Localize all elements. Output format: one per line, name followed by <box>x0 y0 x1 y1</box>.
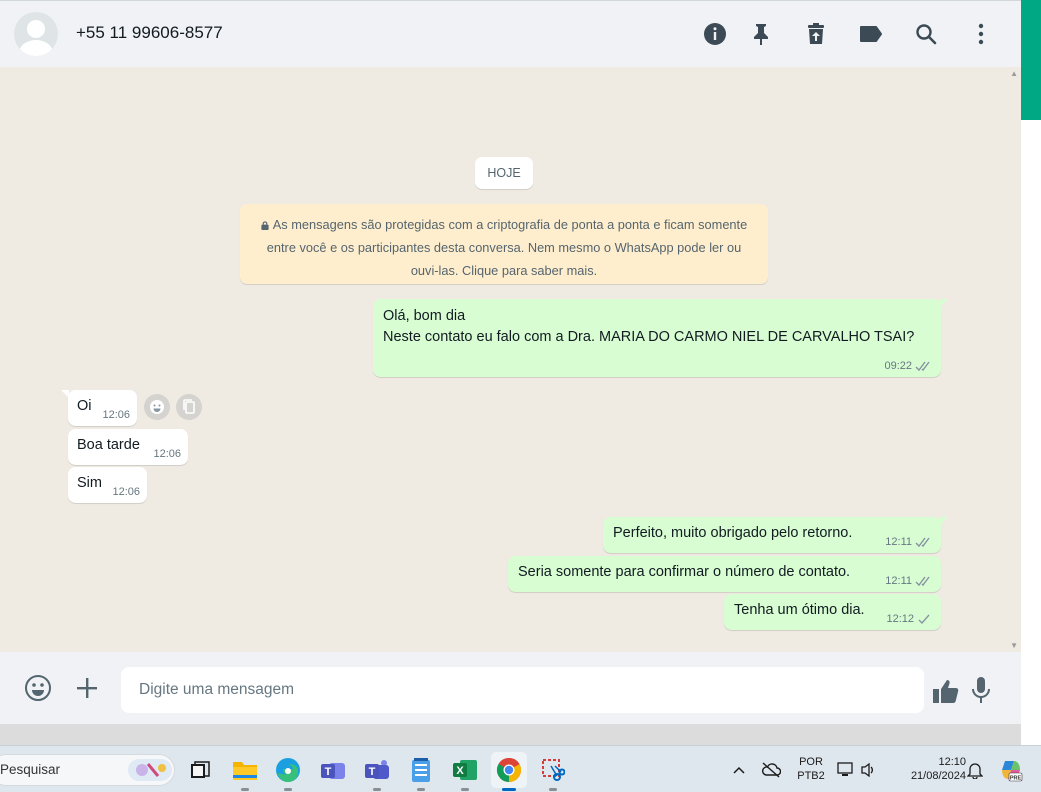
tray-chevron-up-icon[interactable] <box>724 752 754 788</box>
svg-text:T: T <box>369 766 376 778</box>
copy-icon[interactable] <box>176 394 202 420</box>
message-text: Seria somente para confirmar o número de… <box>518 564 851 580</box>
label-icon[interactable] <box>858 21 884 47</box>
message-time: 12:06 <box>153 448 181 460</box>
message-text: Boa tarde <box>77 437 140 453</box>
message-text: Neste contato eu falo com a Dra. MARIA D… <box>383 329 915 345</box>
network-volume-icons[interactable] <box>833 752 881 788</box>
taskbar-search-label: Pesquisar <box>0 762 61 777</box>
info-icon[interactable] <box>702 21 728 47</box>
cloud-offline-icon[interactable] <box>756 752 786 788</box>
language-line2: PTB2 <box>797 770 825 782</box>
search-icon[interactable] <box>913 21 939 47</box>
message-time: 12:11 <box>885 575 912 587</box>
menu-icon[interactable] <box>968 21 994 47</box>
sent-check-icon <box>918 614 930 624</box>
clock-date: 21/08/2024 <box>910 770 966 782</box>
avatar[interactable] <box>14 12 58 56</box>
read-check-icon <box>915 537 930 547</box>
message-bubble-outgoing[interactable]: Seria somente para confirmar o número de… <box>508 556 941 592</box>
chat-header: +55 11 99606-8577 <box>0 0 1021 67</box>
language-indicator[interactable]: POR PTB2 <box>793 755 829 783</box>
message-time: 12:11 <box>885 536 912 548</box>
scroll-up-arrow-icon[interactable]: ▲ <box>1010 69 1018 78</box>
thumbs-up-icon[interactable] <box>931 676 961 706</box>
scrollbar-thumb[interactable] <box>1021 0 1041 120</box>
encryption-notice[interactable]: As mensagens são protegidas com a cripto… <box>240 204 768 284</box>
message-bubble-outgoing[interactable]: Perfeito, muito obrigado pelo retorno. 1… <box>603 517 948 553</box>
window-scrollbar[interactable] <box>1021 0 1041 745</box>
read-check-icon <box>915 361 930 371</box>
excel-icon[interactable]: X <box>447 752 483 791</box>
message-meta: 12:12 <box>886 613 932 625</box>
message-bubble-incoming[interactable]: Sim 12:06 <box>68 467 147 503</box>
search-highlight-icon <box>128 759 172 781</box>
copilot-icon[interactable]: PRE <box>996 752 1026 788</box>
pin-icon[interactable] <box>748 21 774 47</box>
edge-icon[interactable] <box>270 752 306 791</box>
lock-icon <box>261 221 269 230</box>
clock[interactable]: 12:10 21/08/2024 <box>890 755 966 783</box>
message-bubble-outgoing[interactable]: Olá, bom dia Neste contato eu falo com a… <box>373 299 948 377</box>
clock-time: 12:10 <box>938 756 966 768</box>
message-meta: 12:11 <box>885 536 932 548</box>
message-time: 09:22 <box>884 360 912 372</box>
scroll-down-arrow-icon[interactable]: ▼ <box>1010 641 1018 650</box>
message-bubble-outgoing[interactable]: Tenha um ótimo dia. 12:12 <box>724 594 941 630</box>
svg-text:T: T <box>325 766 332 778</box>
encryption-notice-text: As mensagens são protegidas com a cripto… <box>266 217 748 278</box>
svg-text:PRE: PRE <box>1010 776 1022 782</box>
message-text: Oi <box>77 398 92 414</box>
task-view-icon[interactable] <box>182 752 218 788</box>
message-time: 12:06 <box>102 409 130 421</box>
react-emoji-icon[interactable] <box>144 394 170 420</box>
contact-name[interactable]: +55 11 99606-8577 <box>76 23 223 43</box>
attach-plus-icon[interactable] <box>72 673 102 703</box>
notepad-icon[interactable] <box>403 752 439 791</box>
message-meta: 12:11 <box>885 575 932 587</box>
archive-icon[interactable] <box>803 21 829 47</box>
file-explorer-icon[interactable] <box>227 752 263 791</box>
day-separator: HOJE <box>475 157 533 189</box>
window-bottom-strip <box>0 724 1021 745</box>
svg-text:X: X <box>456 765 464 777</box>
chrome-icon[interactable] <box>491 752 527 791</box>
read-check-icon <box>915 576 930 586</box>
language-line1: POR <box>799 756 823 768</box>
message-text: Perfeito, muito obrigado pelo retorno. <box>613 525 853 541</box>
microphone-icon[interactable] <box>966 675 996 705</box>
snipping-tool-icon[interactable] <box>535 752 571 791</box>
teams-work-icon[interactable]: T <box>315 752 351 788</box>
message-meta: 09:22 <box>884 360 932 372</box>
message-time: 12:12 <box>886 613 914 625</box>
message-time: 12:06 <box>112 486 140 498</box>
message-bubble-incoming[interactable]: Oi 12:06 <box>61 390 137 426</box>
message-composer <box>0 652 1021 724</box>
message-text: Tenha um ótimo dia. <box>734 602 865 618</box>
message-text: Olá, bom dia <box>383 308 466 324</box>
message-bubble-incoming[interactable]: Boa tarde 12:06 <box>68 429 188 465</box>
windows-taskbar: Pesquisar T T X POR PTB2 12:10 21/08/202… <box>0 745 1041 792</box>
message-text: Sim <box>77 475 102 491</box>
notification-bell-icon[interactable] <box>962 752 988 788</box>
message-input[interactable] <box>121 667 924 713</box>
chat-area: ▲ ▼ HOJE As mensagens são protegidas com… <box>0 67 1021 652</box>
teams-icon[interactable]: T <box>359 752 395 791</box>
emoji-icon[interactable] <box>23 673 53 703</box>
